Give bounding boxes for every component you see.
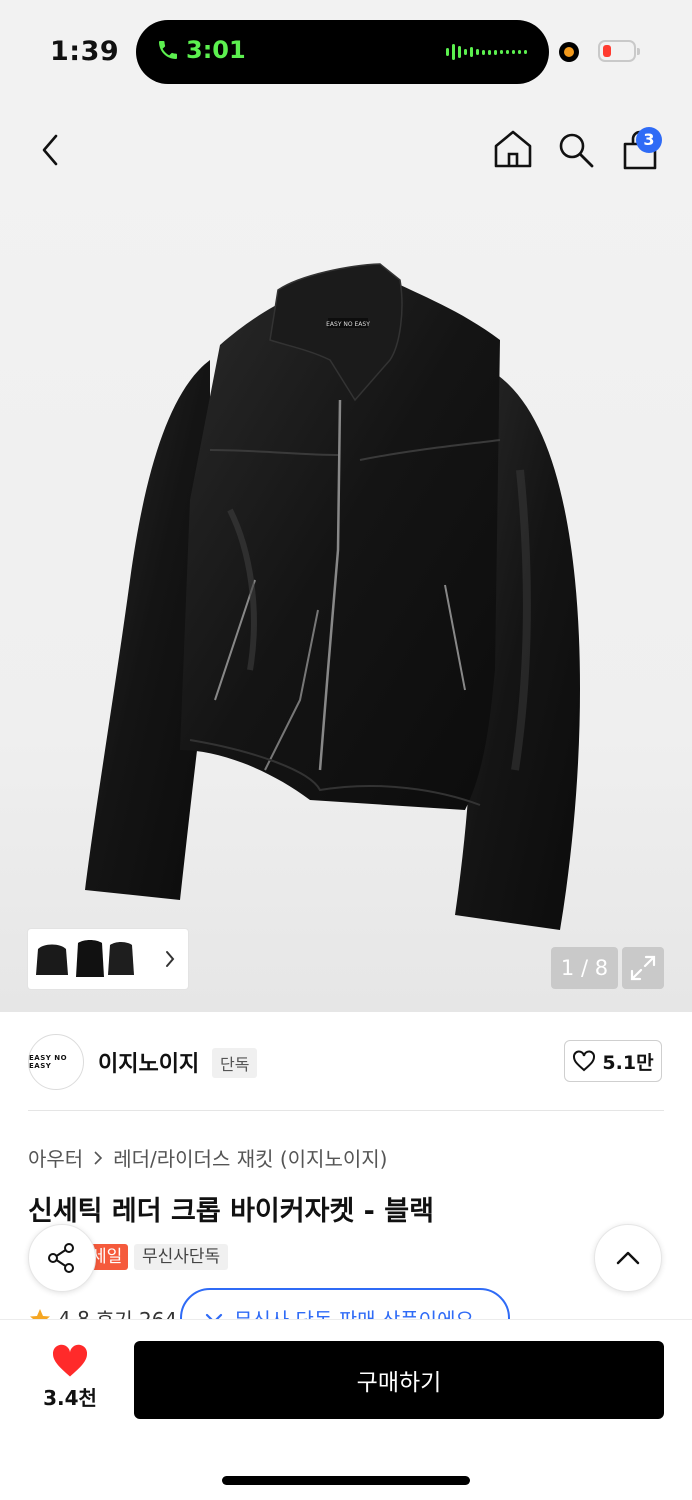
home-indicator[interactable]	[222, 1476, 470, 1485]
share-icon	[48, 1243, 74, 1273]
chevron-right-icon	[94, 1150, 103, 1165]
wishlist-count: 3.4천	[43, 1386, 97, 1410]
thumbnail-2[interactable]	[72, 937, 108, 981]
exclusive-notice-wrap: 무신사 단독 판매 상품이에요	[170, 1286, 530, 1320]
share-button[interactable]	[28, 1224, 96, 1292]
dynamic-island[interactable]: 3:01	[136, 20, 549, 84]
buy-button[interactable]: 구매하기	[134, 1341, 664, 1419]
brand-logo[interactable]: EASY NO EASY	[28, 1034, 84, 1090]
chevron-up-icon	[616, 1251, 640, 1265]
back-arrow-icon[interactable]	[36, 128, 66, 172]
product-title: 신세틱 레더 크롭 바이커자켓 - 블랙	[28, 1196, 434, 1227]
scroll-top-button[interactable]	[594, 1224, 662, 1292]
exclusive-badge: 무신사단독	[134, 1244, 229, 1270]
breadcrumb: 아우터 레더/라이더스 재킷 (이지노이지)	[28, 1143, 387, 1172]
status-bar: 1:39 3:01	[0, 0, 692, 100]
star-icon	[30, 1308, 50, 1320]
breadcrumb-item[interactable]: 아우터	[28, 1143, 83, 1172]
rating-value: 4.8	[58, 1306, 90, 1321]
call-indicator: 3:01	[156, 36, 246, 64]
image-counter: 1 / 8	[551, 947, 618, 989]
battery-icon	[598, 40, 640, 62]
search-icon[interactable]	[556, 130, 596, 170]
phone-icon	[159, 41, 177, 59]
thumbnail-1[interactable]	[34, 937, 70, 981]
breadcrumb-item[interactable]: 레더/라이더스 재킷 (이지노이지)	[113, 1143, 387, 1172]
jacket-brand-label: EASY NO EASY	[326, 321, 370, 328]
review-count[interactable]: 후기 264	[96, 1304, 177, 1320]
audio-wave-icon	[446, 42, 527, 62]
wishlist-button[interactable]: 3.4천	[30, 1344, 110, 1424]
brand-like-count: 5.1만	[602, 1051, 654, 1074]
call-duration: 3:01	[186, 36, 246, 64]
brand-name[interactable]: 이지노이지	[98, 1046, 199, 1078]
cart-count-badge: 3	[636, 127, 662, 153]
home-icon[interactable]	[492, 128, 534, 170]
product-image[interactable]: EASY NO EASY	[60, 250, 630, 970]
brand-like-button[interactable]: 5.1만	[564, 1040, 662, 1082]
heart-filled-icon	[52, 1344, 88, 1377]
expand-icon[interactable]	[622, 947, 664, 989]
privacy-indicator-icon	[559, 42, 579, 62]
exclusive-notice[interactable]: 무신사 단독 판매 상품이에요	[180, 1288, 510, 1320]
chevron-down-icon	[205, 1313, 223, 1320]
thumbnail-3[interactable]	[106, 937, 136, 981]
divider	[28, 1110, 664, 1111]
thumbnail-strip[interactable]	[28, 929, 188, 989]
exclusive-notice-text: 무신사 단독 판매 상품이에요	[234, 1307, 474, 1321]
status-time: 1:39	[50, 36, 120, 67]
chevron-right-icon[interactable]	[162, 947, 178, 971]
brand-exclusive-tag: 단독	[212, 1048, 258, 1078]
heart-outline-icon	[573, 1050, 596, 1072]
